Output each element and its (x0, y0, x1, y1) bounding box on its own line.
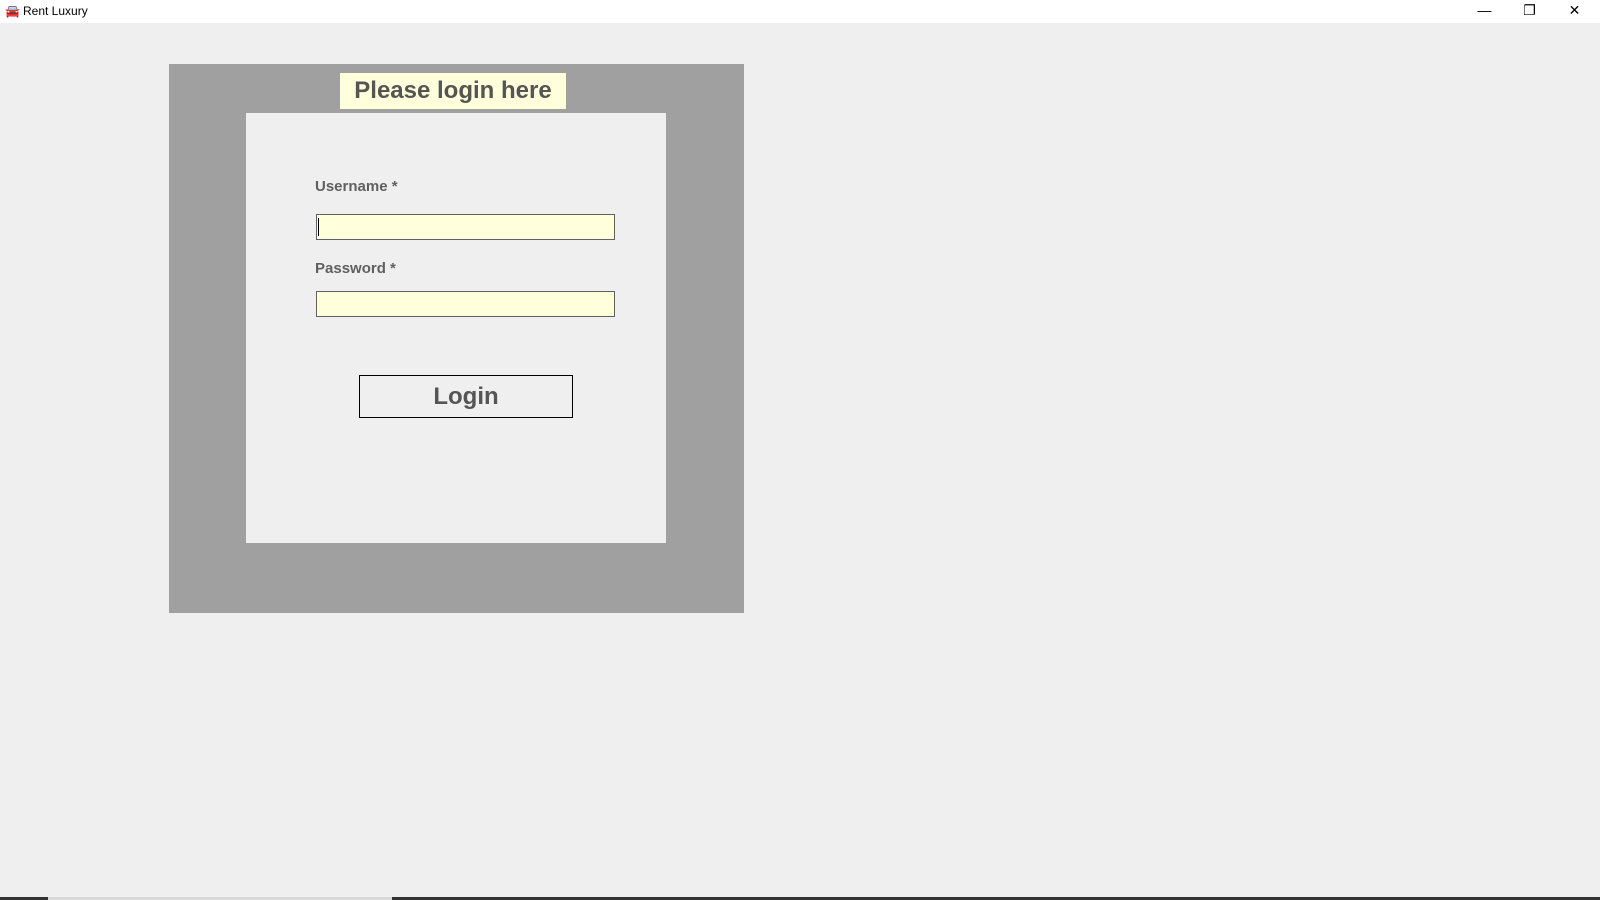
username-label: Username * (315, 178, 398, 195)
username-input[interactable] (316, 214, 615, 240)
login-button[interactable]: Login (359, 375, 573, 418)
restore-button[interactable]: ❐ (1507, 0, 1552, 23)
title-bar: 🚘 Rent Luxury — ❐ ✕ (0, 0, 1600, 23)
login-heading: Please login here (340, 73, 566, 109)
password-label: Password * (315, 260, 396, 277)
password-input[interactable] (316, 291, 615, 317)
window-title: Rent Luxury (23, 4, 88, 18)
login-form (246, 113, 666, 543)
minimize-button[interactable]: — (1462, 0, 1507, 23)
car-icon: 🚘 (5, 4, 20, 18)
text-caret (318, 218, 319, 236)
close-button[interactable]: ✕ (1552, 0, 1597, 23)
